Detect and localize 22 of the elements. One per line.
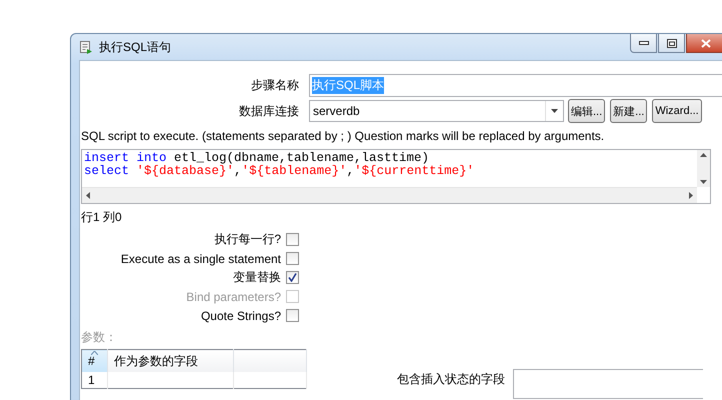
connection-button[interactable]: 新建... [610, 99, 648, 123]
sql-hint: SQL script to execute. (statements separated by ; ) Question marks will be replaced by arguments. [81, 129, 606, 143]
sql-editor[interactable]: insert into etl_log(dbname,tablename,lasttime) select '${database}','${tablename}','${currenttime}' [81, 149, 711, 204]
cursor-position: 行1 列0 [81, 209, 123, 226]
code-line: insert into etl_log(dbname,tablename,lasttime) [84, 152, 430, 165]
section-label: 参数： [81, 329, 118, 346]
window-title: 执行SQL语句 [99, 38, 172, 56]
option-label: 变量替换 [232, 269, 281, 286]
option-label: Quote Strings? [200, 308, 281, 322]
code-line: select '${database}','${tablename}','${currenttime}' [84, 165, 476, 178]
connection-button[interactable]: Wizard... [652, 99, 702, 123]
field-label: 包含插入状态的字段 [397, 371, 505, 388]
field-label: 数据库连接 [238, 102, 299, 120]
connection-dropdown[interactable]: serverdb [309, 100, 564, 122]
column-header[interactable]: # [82, 350, 108, 372]
column-header[interactable]: 作为参数的字段 [108, 350, 234, 372]
row-number: 1 [82, 372, 108, 388]
connection-button[interactable]: 编辑... [568, 99, 606, 123]
option-label: Bind parameters? [185, 290, 281, 304]
field-label: 步骤名称 [250, 77, 299, 94]
option-label: Execute as a single statement [120, 252, 281, 266]
option-label: 执行每一行? [213, 231, 281, 248]
